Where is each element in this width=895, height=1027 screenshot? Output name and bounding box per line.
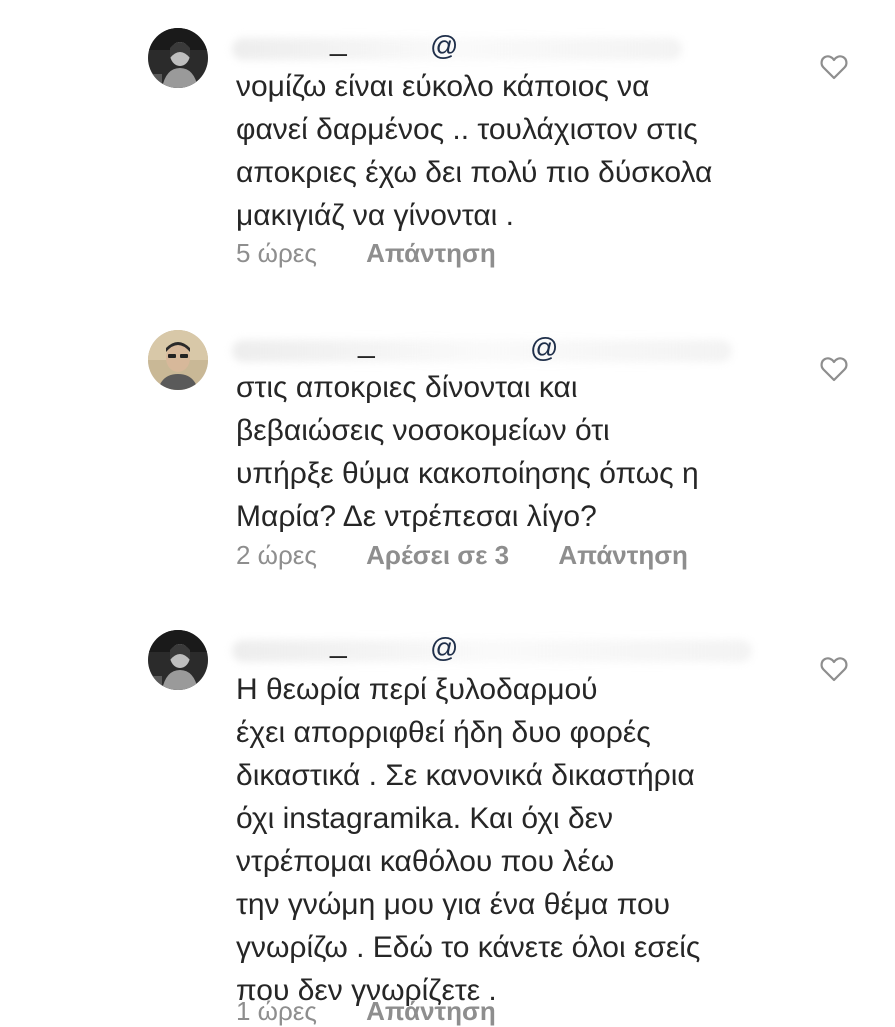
comment-meta: 5 ώρες Απάντηση — [236, 238, 496, 269]
username[interactable]: _ @ — [232, 626, 752, 670]
reply-button[interactable]: Απάντηση — [366, 238, 496, 269]
reply-button[interactable]: Απάντηση — [558, 540, 688, 571]
comment-time: 2 ώρες — [236, 540, 317, 570]
comment-text: Η θεωρία περί ξυλοδαρμού έχει απορριφθεί… — [236, 673, 701, 1007]
user-avatar-icon — [148, 330, 208, 390]
heart-outline-icon[interactable] — [820, 656, 848, 682]
username-at: @ — [430, 30, 459, 61]
avatar[interactable] — [148, 630, 208, 690]
comment-meta: 2 ώρες Αρέσει σε 3 Απάντηση — [236, 540, 688, 571]
user-avatar-icon — [148, 28, 208, 88]
username-separator: _ — [330, 626, 347, 659]
avatar[interactable] — [148, 28, 208, 88]
comment-text: στις αποκριες δίνονται και βεβαιώσεις νο… — [236, 371, 699, 533]
username-separator: _ — [330, 24, 347, 57]
comment-meta: 1 ώρες Απάντηση — [236, 996, 496, 1027]
username-redacted — [232, 640, 752, 662]
comment-text: νομίζω είναι εύκολο κάποιος να φανεί δαρ… — [236, 70, 713, 232]
comment-time: 1 ώρες — [236, 996, 317, 1026]
username[interactable]: _ @ — [232, 24, 752, 68]
reply-button[interactable]: Απάντηση — [366, 996, 496, 1027]
avatar[interactable] — [148, 330, 208, 390]
heart-outline-icon[interactable] — [820, 356, 848, 382]
comment-time: 5 ώρες — [236, 238, 317, 268]
username-at: @ — [530, 332, 559, 363]
username-separator: _ — [358, 326, 375, 359]
username[interactable]: _ @ — [232, 326, 752, 370]
user-avatar-icon — [148, 630, 208, 690]
username-at: @ — [430, 632, 459, 663]
username-redacted — [232, 340, 732, 362]
heart-outline-icon[interactable] — [820, 54, 848, 80]
likes-count[interactable]: Αρέσει σε 3 — [366, 540, 509, 571]
